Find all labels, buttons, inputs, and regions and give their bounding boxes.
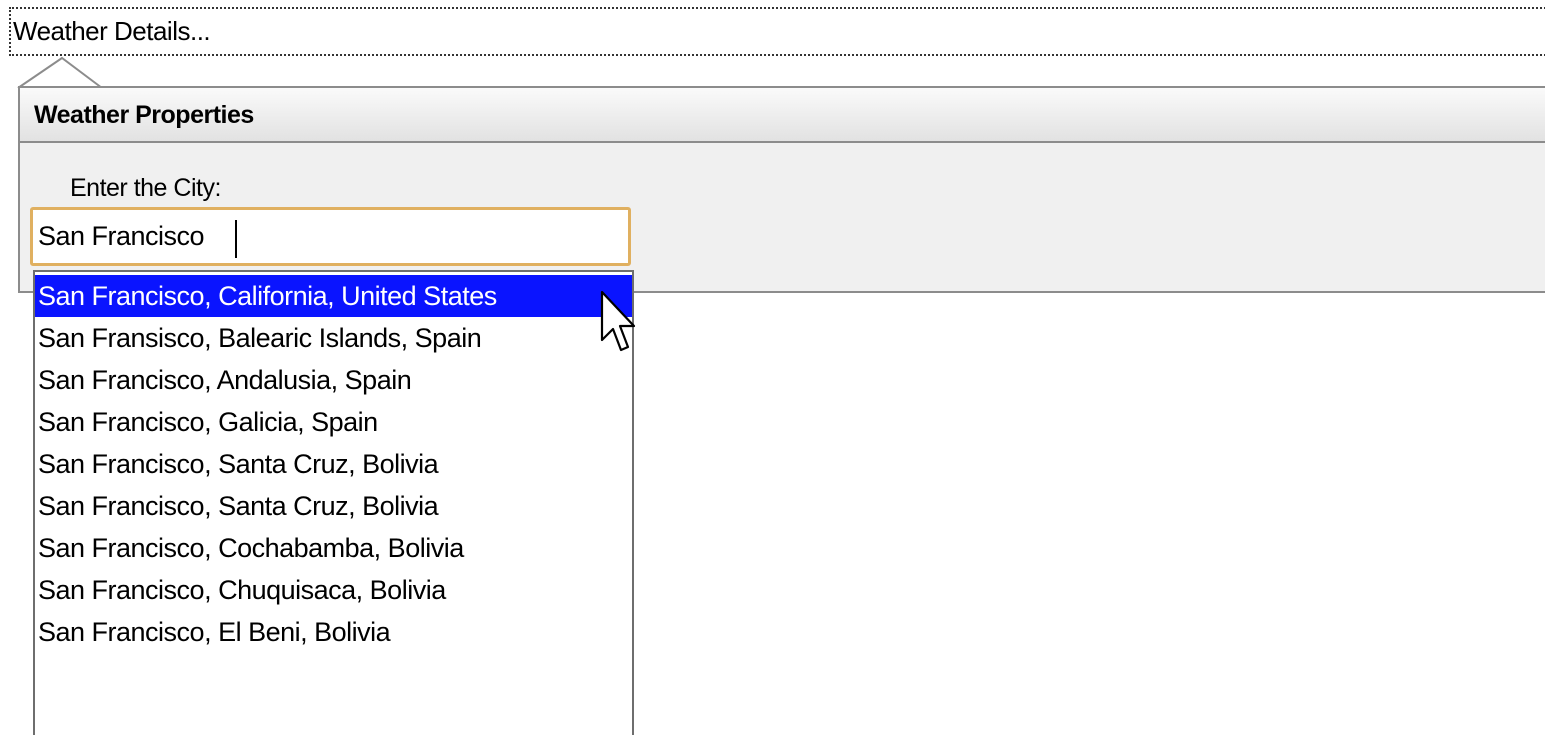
city-label: Enter the City:	[70, 174, 221, 202]
city-suggestion-list[interactable]: San Francisco, California, United States…	[33, 270, 634, 735]
suggestion-item[interactable]: San Francisco, Cochabamba, Bolivia	[35, 527, 632, 569]
suggestion-item[interactable]: San Francisco, Galicia, Spain	[35, 401, 632, 443]
suggestion-item[interactable]: San Francisco, Santa Cruz, Bolivia	[35, 443, 632, 485]
suggestion-item[interactable]: San Francisco, Andalusia, Spain	[35, 359, 632, 401]
suggestion-item-selected[interactable]: San Francisco, California, United States	[35, 275, 632, 317]
suggestion-item[interactable]: San Francisco, El Beni, Bolivia	[35, 611, 632, 653]
city-input[interactable]	[30, 207, 631, 266]
suggestion-item[interactable]: San Francisco, Chuquisaca, Bolivia	[35, 569, 632, 611]
callout-arrow-icon	[17, 56, 103, 89]
suggestion-item[interactable]: San Fransisco, Balearic Islands, Spain	[35, 317, 632, 359]
mouse-pointer-icon	[600, 290, 636, 352]
text-caret	[235, 220, 237, 258]
suggestion-item[interactable]: San Francisco, Santa Cruz, Bolivia	[35, 485, 632, 527]
weather-page: Weather Details... Weather Properties En…	[0, 0, 1545, 735]
weather-details-link[interactable]: Weather Details...	[9, 7, 1545, 56]
panel-title: Weather Properties	[20, 88, 1545, 143]
